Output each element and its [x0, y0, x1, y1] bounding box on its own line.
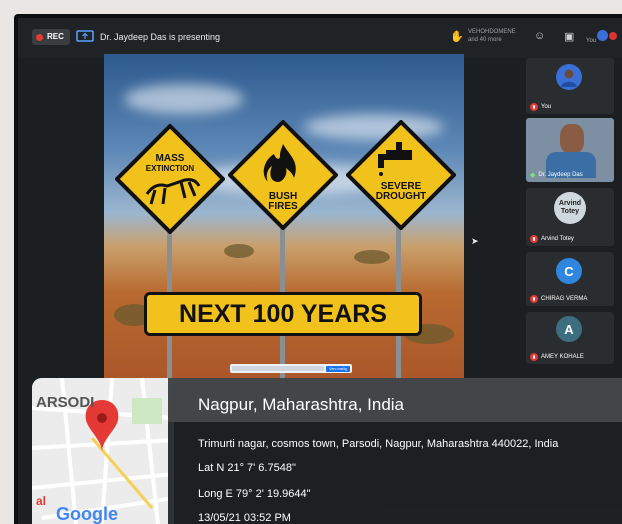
chat-icon[interactable]: ▣ — [564, 30, 574, 43]
mic-off-icon — [530, 235, 538, 243]
warning-sign-severe-drought: SEVERE DROUGHT — [346, 120, 456, 230]
mic-off-icon — [530, 295, 538, 303]
scrub — [224, 244, 254, 258]
avatar — [556, 64, 582, 90]
sign-text-line1: MASS — [155, 153, 185, 164]
mouse-cursor-icon: ➤ — [471, 236, 479, 246]
participant-name: You — [530, 103, 551, 111]
slide-search-button: Vero marlig — [326, 365, 350, 372]
rec-label: REC — [47, 32, 64, 41]
avatar: C — [556, 258, 582, 284]
participant-tile-chirag[interactable]: C CHIRAG VERMA — [526, 252, 614, 306]
mic-off-icon — [530, 353, 538, 361]
scrub — [354, 250, 390, 264]
location-header: Nagpur, Maharashtra, India — [168, 378, 622, 422]
map-area-label: ARSODI — [36, 394, 95, 411]
map-logo-prefix: al — [36, 494, 47, 508]
location-timestamp: 13/05/21 03:52 PM — [198, 512, 291, 524]
participant-name: Arvind Totey — [530, 235, 574, 243]
person-icon — [561, 69, 577, 87]
map-thumbnail: ARSODI al Google — [32, 378, 174, 524]
mic-off-icon — [530, 103, 538, 111]
tap-icon — [346, 120, 456, 230]
location-place: Nagpur, Maharashtra, India — [198, 395, 405, 414]
sign-text-line2: DROUGHT — [375, 191, 427, 202]
participant-name: AMEY KOHALE — [530, 353, 584, 361]
slide-banner: NEXT 100 YEARS — [144, 292, 422, 336]
slide-search-bar: Vero marlig — [230, 364, 352, 373]
raise-hand-icon[interactable]: ✋ — [450, 30, 464, 43]
present-screen-icon — [76, 30, 94, 42]
presenter-status: Dr. Jaydeep Das is presenting — [100, 32, 221, 42]
participant-name: CHIRAG VERMA — [530, 295, 587, 303]
location-latitude: Lat N 21° 7' 6.7548" — [198, 462, 296, 474]
avatar: A — [556, 316, 582, 342]
people-icon[interactable]: ☺ — [534, 30, 545, 42]
speaking-icon: ◆ — [530, 172, 536, 179]
map-logo: Google — [56, 504, 118, 524]
diamond-sign-icon — [115, 124, 225, 234]
location-stamp-panel: Nagpur, Maharashtra, India Trimurti naga… — [168, 378, 622, 524]
participant-tile-presenter[interactable]: ◆ Dr. Jaydeep Das — [526, 118, 614, 182]
sign-text-line2: FIRES — [268, 201, 298, 212]
participant-tile-arvind[interactable]: Arvind Totey Arvind Totey — [526, 188, 614, 246]
recording-badge: REC — [32, 29, 70, 45]
you-label: You — [586, 38, 597, 44]
location-longitude: Long E 79° 2' 19.9644" — [198, 488, 311, 500]
shared-slide: MASS EXTINCTION BUSH FIRES SEVERE DROUGH… — [104, 54, 464, 386]
participant-tile-amey[interactable]: A AMEY KOHALE — [526, 312, 614, 364]
participants-summary[interactable]: VEHOHDOMENE and 40 more — [468, 28, 518, 44]
flame-icon — [228, 120, 338, 230]
sign-text-line2: EXTINCTION — [145, 164, 195, 173]
warning-sign-bush-fires: BUSH FIRES — [228, 120, 338, 230]
warning-sign-mass-extinction: MASS EXTINCTION — [115, 124, 225, 234]
cloud — [124, 84, 244, 114]
avatar: Arvind Totey — [554, 192, 586, 224]
more-icon[interactable] — [609, 32, 617, 40]
location-address: Trimurti nagar, cosmos town, Parsodi, Na… — [198, 438, 559, 450]
record-dot-icon — [36, 33, 43, 41]
slide-search-input — [232, 366, 325, 371]
participant-tile-you[interactable]: You — [526, 58, 614, 114]
self-avatar[interactable] — [597, 30, 608, 41]
avatar — [560, 124, 584, 154]
top-bar: REC Dr. Jaydeep Das is presenting ✋ VEHO… — [18, 18, 622, 58]
participant-name: ◆ Dr. Jaydeep Das — [530, 172, 583, 179]
